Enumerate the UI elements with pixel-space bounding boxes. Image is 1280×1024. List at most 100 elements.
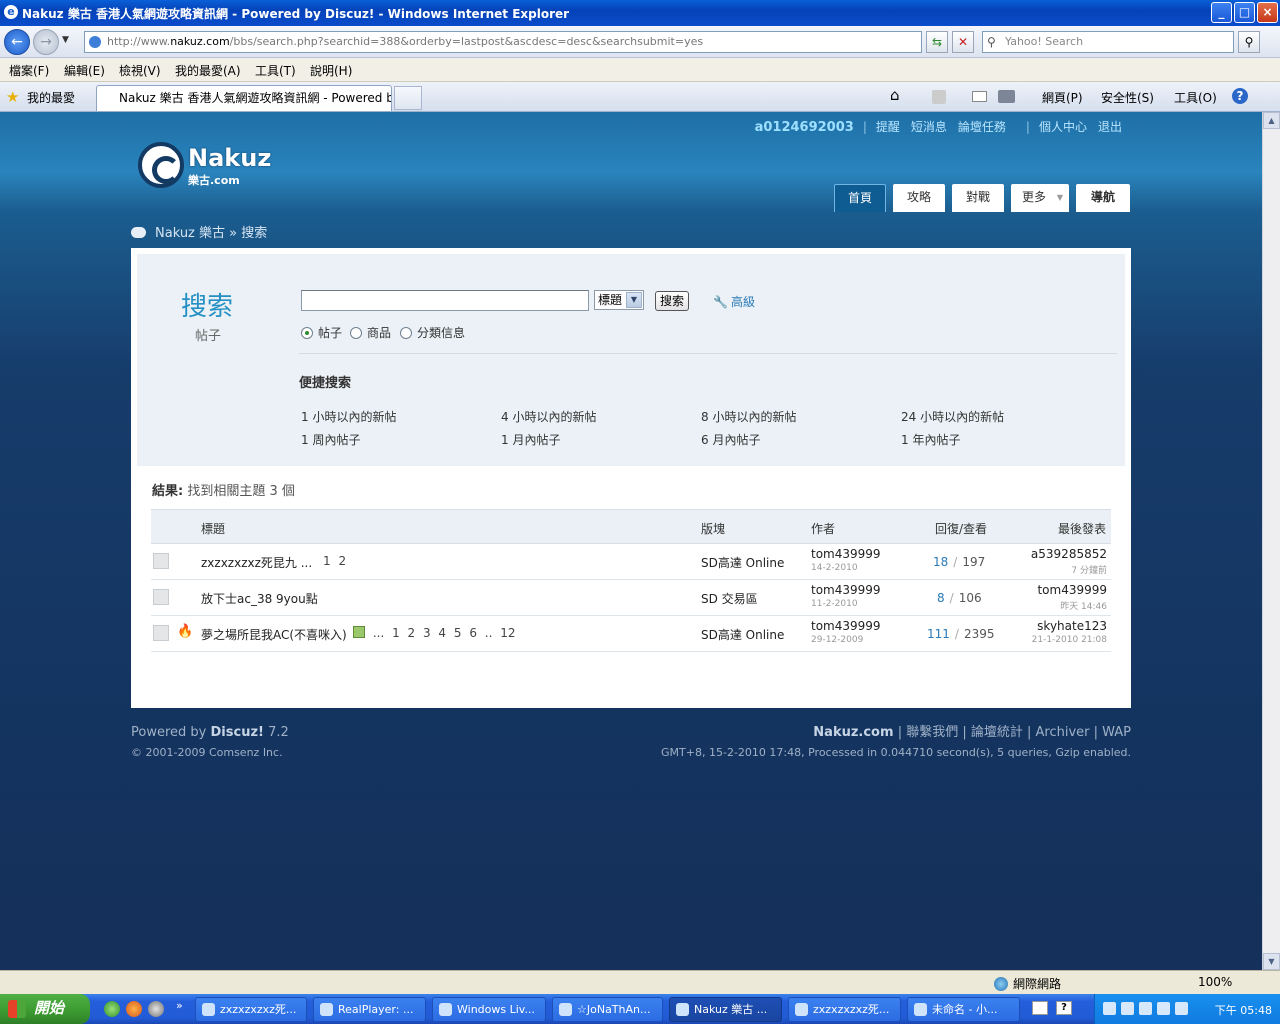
radio-posts[interactable]: 帖子 [301, 324, 342, 341]
history-dropdown-icon[interactable]: ▼ [62, 35, 69, 45]
thread-pages[interactable]: ... 1 2 3 4 5 6 .. 12 [353, 626, 516, 640]
quick-link-1w[interactable]: 1 周內帖子 [301, 431, 360, 448]
footer-site-link[interactable]: Nakuz.com [813, 725, 893, 740]
last-post-time[interactable]: 昨天 14:46 [1060, 599, 1107, 612]
tray-icon[interactable] [1103, 1002, 1116, 1015]
firefox-icon[interactable] [126, 1001, 142, 1017]
link-logout[interactable]: 退出 [1098, 120, 1122, 134]
volume-icon[interactable] [1175, 1002, 1188, 1015]
help-icon[interactable]: ? [1232, 88, 1248, 104]
quick-link-1m[interactable]: 1 月內帖子 [501, 431, 560, 448]
nav-navigation[interactable]: 導航 [1076, 184, 1130, 212]
active-tab[interactable]: Nakuz 樂古 香港人氣網遊攻略資訊網 - Powered by ... [96, 85, 392, 111]
thread-author[interactable]: tom439999 [811, 583, 881, 597]
address-bar[interactable]: http://www.nakuz.com/bbs/search.php?sear… [84, 31, 922, 53]
breadcrumb-home[interactable]: Nakuz 樂古 [155, 226, 225, 241]
last-poster[interactable]: tom439999 [1037, 583, 1107, 597]
stop-button[interactable]: ✕ [952, 31, 974, 53]
tray-icon[interactable] [1121, 1002, 1134, 1015]
radio-posts-button[interactable] [301, 327, 313, 339]
more-icon[interactable]: » [176, 999, 183, 1012]
scroll-up-button[interactable]: ▲ [1263, 112, 1280, 129]
thread-pages-list[interactable]: ... 1 2 3 4 5 6 .. 12 [373, 626, 516, 640]
tray-icon[interactable] [1139, 1002, 1152, 1015]
maximize-button[interactable]: □ [1234, 2, 1255, 23]
radio-goods-button[interactable] [350, 327, 362, 339]
tools-menu[interactable]: 工具(O) [1174, 89, 1217, 106]
menu-edit[interactable]: 編輯(E) [64, 62, 105, 79]
link-tasks[interactable]: 論壇任務 [958, 120, 1006, 134]
link-messages[interactable]: 短消息 [911, 120, 947, 134]
search-submit-button[interactable]: 搜索 [655, 291, 689, 311]
quicklaunch-icon[interactable] [104, 1001, 120, 1017]
thread-subject[interactable]: 放下士ac_38 9you點 [201, 590, 318, 607]
mail-icon[interactable] [972, 91, 987, 102]
back-button[interactable]: ← [4, 29, 30, 55]
menu-file[interactable]: 檔案(F) [9, 62, 49, 79]
quick-link-8h[interactable]: 8 小時以內的新帖 [701, 408, 796, 425]
page-menu[interactable]: 網頁(P) [1042, 89, 1083, 106]
thread-author[interactable]: tom439999 [811, 619, 881, 633]
quick-link-4h[interactable]: 4 小時以內的新帖 [501, 408, 596, 425]
task-button[interactable]: zxzxzxzxz死... [788, 997, 901, 1022]
search-go-button[interactable]: ⚲ [1238, 31, 1260, 53]
feeds-icon[interactable] [932, 90, 946, 104]
quick-link-6m[interactable]: 6 月內帖子 [701, 431, 760, 448]
search-input[interactable]: Yahoo! Search [982, 31, 1234, 53]
link-profile[interactable]: 個人中心 [1039, 120, 1087, 134]
nav-battle[interactable]: 對戰 [952, 184, 1004, 212]
menu-tools[interactable]: 工具(T) [255, 62, 296, 79]
keyword-input[interactable] [301, 290, 589, 311]
tray-icon[interactable] [1157, 1002, 1170, 1015]
thread-subject[interactable]: zxzxzxzxz死昆九 ... [201, 554, 312, 571]
task-button[interactable]: zxzxzxzxz死... [195, 997, 307, 1022]
nav-more[interactable]: 更多 ▼ [1011, 184, 1069, 212]
clock[interactable]: 下午 05:48 [1215, 1002, 1272, 1018]
favorites-button[interactable]: 我的最愛 [27, 89, 75, 106]
footer-links[interactable]: | 聯繫我們 | 論壇統計 | Archiver | WAP [898, 725, 1131, 740]
favorites-star-icon[interactable]: ★ [6, 88, 19, 106]
radio-classified[interactable]: 分類信息 [400, 324, 465, 341]
task-button[interactable]: RealPlayer: ... [313, 997, 426, 1022]
search-type-select[interactable]: 標題 ▼ [594, 290, 644, 310]
thread-forum[interactable]: SD高達 Online [701, 554, 784, 571]
refresh-button[interactable]: ⇆ [926, 31, 948, 53]
keyboard-icon[interactable] [1032, 1001, 1048, 1015]
zoom-level[interactable]: 100% [1198, 975, 1232, 989]
last-post-time[interactable]: 7 分鐘前 [1071, 563, 1107, 576]
quick-link-1h[interactable]: 1 小時以內的新帖 [301, 408, 396, 425]
new-tab-button[interactable] [394, 86, 422, 110]
help-icon[interactable]: ? [1056, 1001, 1072, 1015]
last-post-time[interactable]: 21-1-2010 21:08 [1032, 635, 1107, 645]
quick-link-24h[interactable]: 24 小時以內的新帖 [901, 408, 1004, 425]
thread-subject[interactable]: 夢之場所昆我AC(不喜咪入) [201, 626, 347, 643]
task-button[interactable]: Windows Liv... [432, 997, 546, 1022]
quick-link-1y[interactable]: 1 年內帖子 [901, 431, 960, 448]
link-reminders[interactable]: 提醒 [876, 120, 900, 134]
window-titlebar[interactable]: e Nakuz 樂古 香港人氣網遊攻略資訊網 - Powered by Disc… [0, 0, 1280, 26]
task-button-active[interactable]: Nakuz 樂古 ... [669, 997, 782, 1022]
task-button[interactable]: ☆JoNaThAn... [552, 997, 663, 1022]
media-icon[interactable] [148, 1001, 164, 1017]
thread-forum[interactable]: SD 交易區 [701, 590, 758, 607]
powered-brand[interactable]: Discuz! [211, 725, 264, 740]
advanced-search-link[interactable]: 🔧 高級 [713, 293, 755, 310]
print-icon[interactable] [998, 90, 1015, 103]
scroll-down-button[interactable]: ▼ [1263, 953, 1280, 970]
thread-author[interactable]: tom439999 [811, 547, 881, 561]
thread-forum[interactable]: SD高達 Online [701, 626, 784, 643]
start-button[interactable]: 開始 [0, 994, 90, 1024]
safety-menu[interactable]: 安全性(S) [1101, 89, 1154, 106]
minimize-button[interactable]: _ [1211, 2, 1232, 23]
site-logo[interactable]: Nakuz 樂古.com [138, 142, 278, 190]
radio-classified-button[interactable] [400, 327, 412, 339]
menu-favorites[interactable]: 我的最愛(A) [175, 62, 241, 79]
vertical-scrollbar[interactable]: ▲ ▼ [1262, 112, 1280, 970]
menu-view[interactable]: 檢視(V) [119, 62, 161, 79]
nav-guides[interactable]: 攻略 [893, 184, 945, 212]
username-link[interactable]: a0124692003 [755, 120, 854, 135]
last-poster[interactable]: skyhate123 [1037, 619, 1107, 633]
close-button[interactable]: × [1257, 2, 1278, 23]
last-poster[interactable]: a539285852 [1031, 547, 1107, 561]
radio-goods[interactable]: 商品 [350, 324, 391, 341]
